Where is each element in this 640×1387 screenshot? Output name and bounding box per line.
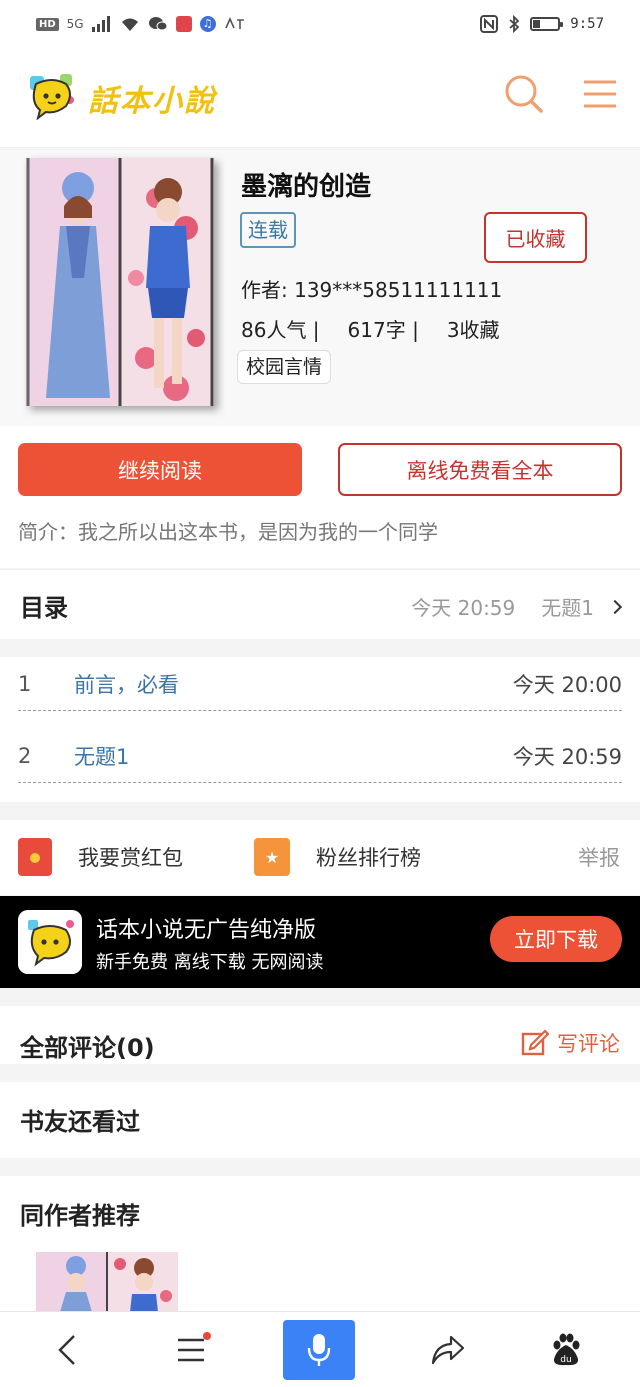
back-icon xyxy=(58,1335,75,1365)
chevron-right-icon xyxy=(607,599,623,614)
book-info: 墨漓的创造 连载 已收藏 作者: 139***58511111111 86人气 … xyxy=(0,150,640,426)
bluetooth-icon xyxy=(509,15,520,33)
share-icon xyxy=(431,1335,465,1365)
svg-text:du: du xyxy=(560,1355,571,1365)
toc-latest-chapter: 无题1 xyxy=(541,596,594,620)
toc-latest[interactable]: 今天 20:59 无题1 xyxy=(411,592,623,621)
hd-indicator: HD xyxy=(36,17,59,31)
favorites-count: 3收藏 xyxy=(446,318,500,342)
star-ribbon-icon: ★ xyxy=(254,838,290,876)
baidu-home-button[interactable]: du xyxy=(530,1320,602,1380)
cover-illustration xyxy=(26,158,214,406)
red-packet-label: 我要赏红包 xyxy=(78,846,183,870)
collect-button[interactable]: 已收藏 xyxy=(484,212,587,263)
battery-icon xyxy=(530,17,564,31)
red-packet-button[interactable]: 我要赏红包 xyxy=(18,838,183,876)
chapter-number: 2 xyxy=(18,743,32,768)
baidu-paw-icon: du xyxy=(553,1333,580,1366)
chapter-time: 今天 20:00 xyxy=(512,672,622,697)
voice-search-button[interactable] xyxy=(283,1320,355,1380)
app-logo-icon xyxy=(18,910,82,974)
promo-title: 话本小说无广告纯净版 xyxy=(96,918,317,943)
recommended-book-cover[interactable] xyxy=(36,1252,178,1312)
chapter-number: 1 xyxy=(18,671,32,696)
comments-section: 全部评论(0) 写评论 xyxy=(0,1006,640,1064)
red-packet-icon xyxy=(18,838,52,876)
write-comment-button[interactable]: 写评论 xyxy=(521,1028,620,1058)
chapter-row[interactable]: 1 前言，必看 今天 20:00 xyxy=(18,657,622,711)
book-stats: 86人气 | 617字 | 3收藏 xyxy=(241,314,528,343)
notification-dot xyxy=(203,1332,211,1340)
toc-latest-time: 今天 20:59 xyxy=(411,596,516,620)
share-button[interactable] xyxy=(412,1320,484,1380)
offline-read-button[interactable]: 离线免费看全本 xyxy=(338,443,622,496)
chapter-time: 今天 20:59 xyxy=(512,744,622,769)
word-count: 617字 | xyxy=(347,318,419,342)
app-header: 話本小說 xyxy=(0,48,640,148)
wechat-icon xyxy=(148,17,168,31)
search-icon xyxy=(505,75,543,113)
fans-rank-button[interactable]: ★ 粉丝排行榜 xyxy=(254,838,421,876)
menu-icon xyxy=(584,80,616,108)
category-tag[interactable]: 校园言情 xyxy=(237,350,332,384)
toc-title: 目录 xyxy=(20,594,68,622)
also-read-section: 书友还看过 xyxy=(0,1082,640,1158)
report-link[interactable]: 举报 xyxy=(578,842,620,872)
book-cover[interactable] xyxy=(26,158,214,406)
signal-icon xyxy=(91,16,110,32)
list-icon xyxy=(178,1338,204,1362)
toc-header[interactable]: 目录 今天 20:59 无题1 xyxy=(0,569,640,639)
book-author[interactable]: 作者: 139***58511111111 xyxy=(241,274,502,303)
book-app-icon xyxy=(175,16,192,32)
wifi-icon xyxy=(121,18,138,31)
nfc-icon xyxy=(480,15,499,33)
reward-row: 我要赏红包 ★ 粉丝排行榜 举报 xyxy=(0,820,640,895)
network-type: 5G xyxy=(66,17,84,31)
app-logo-text: 話本小說 xyxy=(88,84,216,119)
same-author-section: 同作者推荐 xyxy=(0,1176,640,1312)
tabs-button[interactable] xyxy=(155,1320,227,1380)
status-bar: HD 5G ♫ 9:57 xyxy=(0,0,640,48)
fans-rank-label: 粉丝排行榜 xyxy=(316,846,421,870)
back-button[interactable] xyxy=(32,1320,104,1380)
chapter-title: 无题1 xyxy=(74,744,130,769)
music-app-icon: ♫ xyxy=(199,16,216,32)
status-badge: 连载 xyxy=(240,212,296,248)
menu-button[interactable] xyxy=(576,70,624,118)
book-actions: 继续阅读 离线免费看全本 简介：我之所以出这本书，是因为我的一个同学 xyxy=(0,426,640,568)
edit-icon xyxy=(521,1029,549,1056)
microphone-icon xyxy=(307,1334,331,1366)
cover-illustration xyxy=(36,1252,178,1312)
popularity-count: 86人气 | xyxy=(241,318,320,342)
chapter-row[interactable]: 2 无题1 今天 20:59 xyxy=(18,729,622,783)
book-title: 墨漓的创造 xyxy=(241,172,372,202)
download-button[interactable]: 立即下载 xyxy=(490,916,622,962)
book-intro[interactable]: 简介：我之所以出这本书，是因为我的一个同学 xyxy=(18,516,438,545)
search-button[interactable] xyxy=(500,70,548,118)
comments-title: 全部评论(0) xyxy=(20,1034,155,1062)
notification-icon xyxy=(224,17,244,29)
same-author-title: 同作者推荐 xyxy=(20,1202,140,1230)
clock: 9:57 xyxy=(570,16,604,32)
also-read-title: 书友还看过 xyxy=(20,1108,140,1136)
browser-bottom-nav: du xyxy=(0,1311,640,1387)
app-logo-icon[interactable] xyxy=(26,72,78,120)
chapter-list: 1 前言，必看 今天 20:00 2 无题1 今天 20:59 xyxy=(0,657,640,802)
chapter-title: 前言，必看 xyxy=(74,672,179,697)
promo-subtitle: 新手免费 离线下载 无网阅读 xyxy=(96,952,324,973)
app-promo-banner[interactable]: 话本小说无广告纯净版 新手免费 离线下载 无网阅读 立即下载 xyxy=(0,896,640,988)
continue-reading-button[interactable]: 继续阅读 xyxy=(18,443,302,496)
write-comment-label: 写评论 xyxy=(557,1032,620,1056)
